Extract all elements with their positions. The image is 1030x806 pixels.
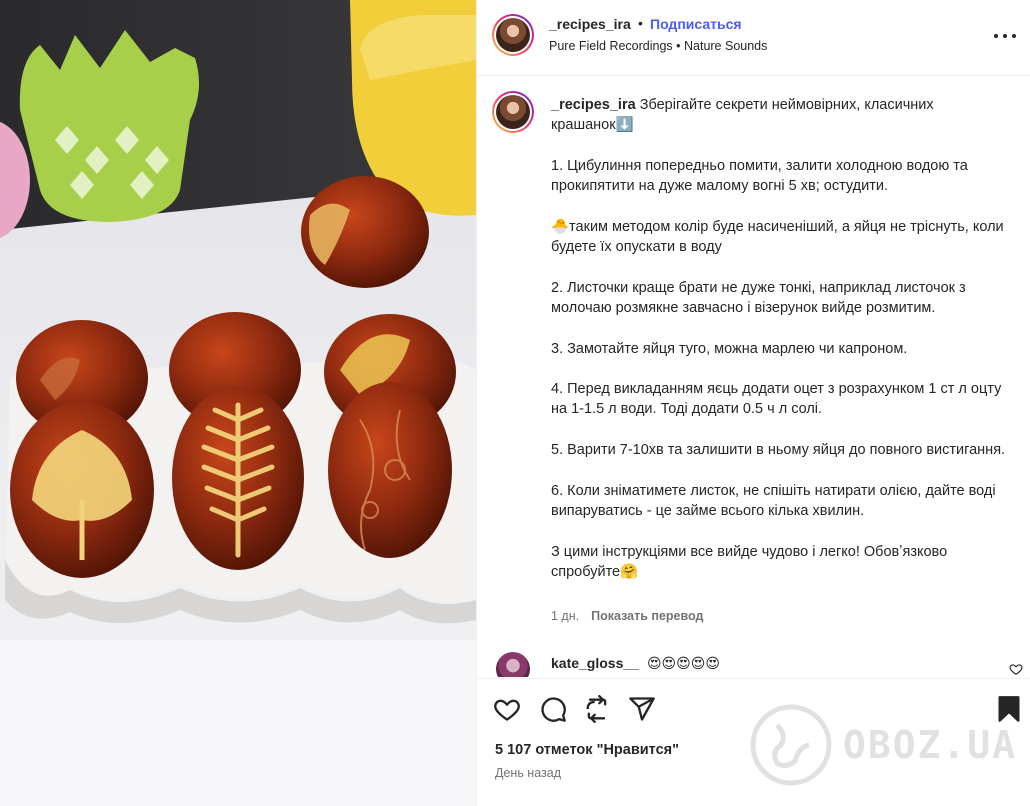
- audio-attribution[interactable]: Pure Field Recordings • Nature Sounds: [549, 39, 767, 53]
- caption-meta: 1 дн. Показать перевод: [551, 609, 703, 623]
- post-image[interactable]: [0, 0, 476, 806]
- comments-scroll-area[interactable]: _recipes_ira Зберігайте секрети неймовір…: [477, 77, 1030, 677]
- commenter-username[interactable]: kate_gloss__: [551, 655, 639, 671]
- follow-button[interactable]: Подписаться: [650, 16, 742, 32]
- post-date[interactable]: День назад: [495, 766, 561, 780]
- comment-text: 😍😍😍😍😍: [646, 655, 720, 671]
- globe-icon: [750, 704, 832, 786]
- caption-text: Зберігайте секрети неймовірних, класични…: [551, 97, 1006, 580]
- commenter-avatar[interactable]: [496, 652, 530, 677]
- easter-eggs-photo: [0, 0, 476, 806]
- actions-bar: 5 107 отметок "Нравится" День назад OBOZ…: [477, 678, 1030, 806]
- separator-dot: •: [638, 15, 643, 31]
- more-icon[interactable]: [993, 26, 1017, 46]
- repost-icon[interactable]: [583, 695, 611, 723]
- bookmark-icon[interactable]: [995, 695, 1023, 723]
- caption-username[interactable]: _recipes_ira: [551, 97, 636, 113]
- post-caption: _recipes_ira Зберігайте секрети неймовір…: [551, 95, 1013, 582]
- caption-time: 1 дн.: [551, 609, 580, 623]
- author-username[interactable]: _recipes_ira: [549, 16, 631, 32]
- heart-icon[interactable]: [1009, 662, 1023, 676]
- post-header: _recipes_ira • Подписаться Pure Field Re…: [477, 0, 1030, 76]
- heart-icon[interactable]: [493, 695, 521, 723]
- author-avatar[interactable]: [492, 14, 534, 56]
- comment-icon[interactable]: [539, 695, 567, 723]
- likes-count[interactable]: 5 107 отметок "Нравится": [495, 742, 679, 758]
- send-icon[interactable]: [628, 695, 656, 723]
- post-panel: _recipes_ira • Подписаться Pure Field Re…: [476, 0, 1030, 806]
- watermark-text: OBOZ.UA: [843, 723, 1018, 767]
- watermark: OBOZ.UA: [739, 703, 1029, 787]
- translate-button[interactable]: Показать перевод: [591, 609, 703, 623]
- comment-item: kate_gloss__ 😍😍😍😍😍: [551, 655, 720, 672]
- caption-author-avatar[interactable]: [492, 91, 534, 133]
